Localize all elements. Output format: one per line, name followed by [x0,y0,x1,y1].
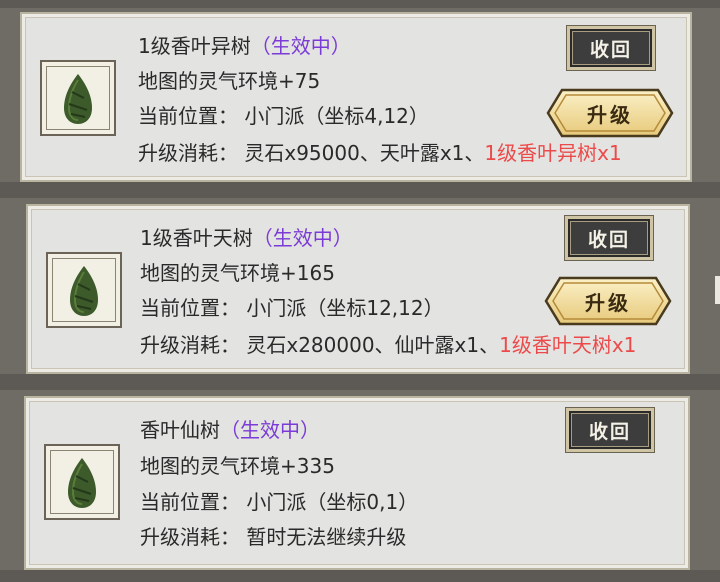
upgrade-cost-highlight: 1级香叶异树x1 [484,141,622,165]
tree-card-3: 香叶仙树（生效中） 地图的灵气环境+335 当前位置： 小门派（坐标0,1） 升… [24,396,690,570]
effect-text: 地图的灵气环境+75 [138,69,321,93]
effect-text: 地图的灵气环境+335 [140,454,335,478]
position-text: 当前位置： 小门派（坐标12,12） [140,296,444,320]
upgrade-button[interactable]: 升级 [546,88,674,138]
tree-name: 1级香叶异树（生效中） [138,34,351,58]
list-background-top [0,0,720,8]
tree-name-text: 1级香叶异树 [138,34,251,58]
upgrade-cost: 升级消耗： 灵石x280000、仙叶露x1、1级香叶天树x1 [140,333,686,357]
list-background-bottom [0,570,720,582]
list-divider [0,374,720,390]
upgrade-cost-text: 升级消耗： 灵石x95000、天叶露x1、 [138,141,485,165]
tree-name: 香叶仙树（生效中） [140,418,320,442]
scrollbar-thumb[interactable] [715,276,720,304]
tree-card-2: 1级香叶天树（生效中） 地图的灵气环境+165 当前位置： 小门派（坐标12,1… [26,204,690,374]
tree-card-1: 1级香叶异树（生效中） 地图的灵气环境+75 当前位置： 小门派（坐标4,12）… [20,12,692,182]
position-text: 当前位置： 小门派（坐标4,12） [138,104,429,128]
list-divider [0,182,720,198]
tree-icon [70,266,98,316]
status-badge: （生效中） [252,226,353,250]
tree-thumbnail [40,60,116,136]
recall-button[interactable]: 收回 [564,215,654,261]
upgrade-cost-text: 升级消耗： 灵石x280000、仙叶露x1、 [140,333,500,357]
status-badge: （生效中） [250,34,351,58]
position-text: 当前位置： 小门派（坐标0,1） [140,490,419,514]
upgrade-button-label: 升级 [585,290,631,315]
upgrade-button-label: 升级 [587,102,633,127]
tree-name-text: 香叶仙树 [140,418,220,442]
status-badge: （生效中） [220,418,320,442]
tree-thumbnail [44,444,120,520]
tree-icon [64,74,92,124]
tree-thumbnail [46,252,122,328]
recall-button[interactable]: 收回 [566,25,656,71]
effect-text: 地图的灵气环境+165 [140,261,335,285]
upgrade-cost: 升级消耗： 灵石x95000、天叶露x1、1级香叶异树x1 [138,141,622,165]
tree-name-text: 1级香叶天树 [140,226,253,250]
tree-name: 1级香叶天树（生效中） [140,226,353,250]
upgrade-button[interactable]: 升级 [544,276,672,326]
upgrade-cost: 升级消耗： 暂时无法继续升级 [140,525,407,549]
recall-button[interactable]: 收回 [565,407,655,453]
upgrade-cost-highlight: 1级香叶天树x1 [499,333,637,357]
tree-icon [68,458,96,508]
